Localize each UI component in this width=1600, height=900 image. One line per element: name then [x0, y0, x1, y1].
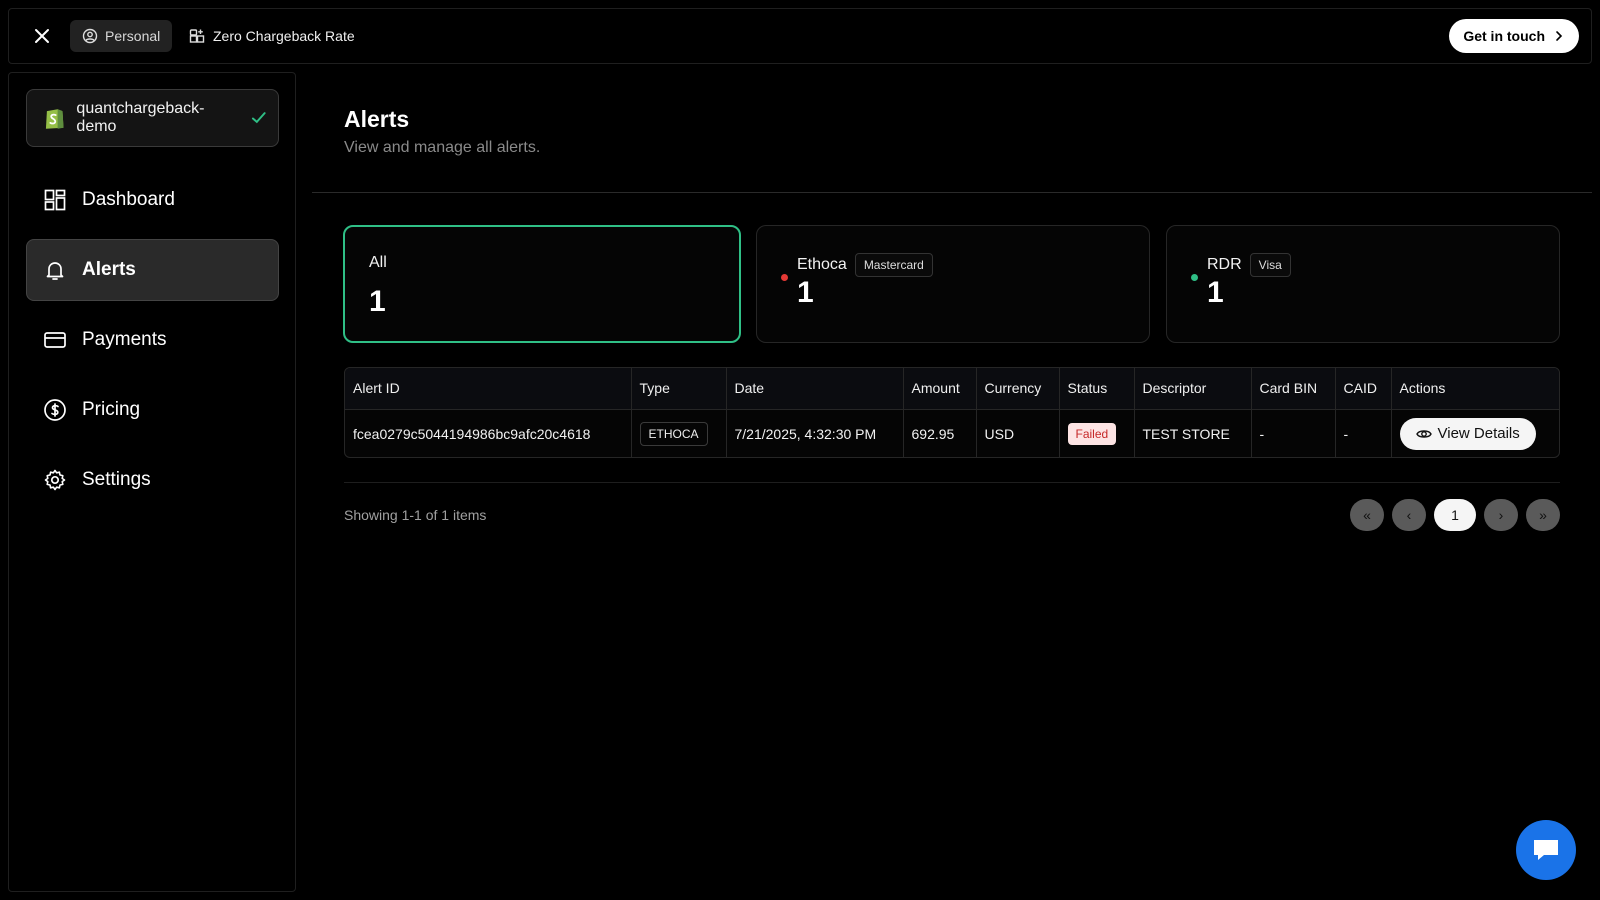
- pagination: « ‹ 1 › »: [1350, 499, 1560, 531]
- cell-descriptor: TEST STORE: [1134, 409, 1252, 457]
- zero-chargeback-rate-link[interactable]: Zero Chargeback Rate: [189, 20, 355, 52]
- top-bar: Personal Zero Chargeback Rate Get in tou…: [8, 8, 1592, 64]
- apps-add-icon: [189, 29, 205, 43]
- status-badge: Failed: [1067, 422, 1117, 445]
- shopify-icon: [45, 109, 64, 129]
- column-header-currency[interactable]: Currency: [976, 368, 1060, 410]
- column-header-card-bin[interactable]: Card BIN: [1251, 368, 1336, 410]
- sidebar-item-settings[interactable]: Settings: [26, 449, 279, 511]
- dollar-circle-icon: [44, 399, 66, 421]
- header-divider: [312, 192, 1592, 193]
- filter-card-all[interactable]: All 1: [343, 225, 741, 343]
- alerts-table: Alert ID Type Date Amount Currency Statu…: [344, 367, 1560, 458]
- close-button[interactable]: [29, 23, 55, 49]
- get-in-touch-button[interactable]: Get in touch: [1449, 19, 1579, 53]
- column-header-date[interactable]: Date: [726, 368, 904, 410]
- card-count: 1: [369, 285, 386, 318]
- card-count: 1: [797, 276, 814, 309]
- close-icon: [35, 29, 49, 43]
- store-name: quantchargeback-demo: [76, 100, 205, 135]
- card-label-row: RDR Visa: [1207, 253, 1291, 277]
- status-dot: [1191, 274, 1198, 281]
- sidebar-item-label: Payments: [82, 329, 167, 350]
- card-label: RDR: [1207, 256, 1242, 273]
- sidebar-item-label: Settings: [82, 469, 151, 490]
- view-details-button[interactable]: View Details: [1399, 417, 1536, 450]
- get-in-touch-label: Get in touch: [1463, 28, 1545, 44]
- cell-date: 7/21/2025, 4:32:30 PM: [726, 409, 904, 457]
- page-subtitle: View and manage all alerts.: [344, 139, 541, 156]
- cell-card-bin: -: [1251, 409, 1336, 457]
- chat-icon: [1534, 840, 1558, 860]
- column-header-type[interactable]: Type: [631, 368, 727, 410]
- bell-icon: [46, 262, 64, 280]
- pagination-summary: Showing 1-1 of 1 items: [344, 507, 487, 523]
- cell-actions: View Details: [1391, 409, 1559, 457]
- zcr-label: Zero Chargeback Rate: [213, 28, 355, 44]
- last-page-button[interactable]: »: [1526, 499, 1560, 531]
- sidebar-item-payments[interactable]: Payments: [26, 309, 279, 371]
- chat-button[interactable]: [1516, 820, 1576, 880]
- card-label: Ethoca: [797, 256, 847, 273]
- cell-currency: USD: [976, 409, 1060, 457]
- column-header-descriptor[interactable]: Descriptor: [1134, 368, 1252, 410]
- cell-type: ETHOCA: [631, 409, 727, 457]
- card-label-row: Ethoca Mastercard: [797, 253, 933, 277]
- check-icon: [252, 112, 267, 124]
- sidebar-item-pricing[interactable]: Pricing: [26, 379, 279, 441]
- sidebar-item-label: Alerts: [82, 259, 136, 280]
- personal-label: Personal: [105, 28, 161, 44]
- user-circle-icon: [82, 28, 98, 44]
- sidebar-nav: Dashboard Alerts Payments Pricing Settin…: [26, 169, 279, 519]
- column-header-alert-id[interactable]: Alert ID: [345, 368, 632, 410]
- column-header-status[interactable]: Status: [1059, 368, 1135, 410]
- previous-page-button[interactable]: ‹: [1392, 499, 1426, 531]
- next-page-button[interactable]: ›: [1484, 499, 1518, 531]
- type-badge: ETHOCA: [639, 421, 708, 446]
- pagination-divider: [344, 482, 1560, 483]
- filter-card-ethoca[interactable]: Ethoca Mastercard 1: [756, 225, 1150, 343]
- view-details-label: View Details: [1437, 425, 1520, 443]
- sidebar-item-label: Pricing: [82, 399, 141, 420]
- chevron-right-icon: [1556, 31, 1563, 41]
- first-page-button[interactable]: «: [1350, 499, 1384, 531]
- network-tag: Mastercard: [854, 253, 933, 277]
- store-selector[interactable]: quantchargeback-demo: [26, 89, 279, 147]
- cell-amount: 692.95: [903, 409, 977, 457]
- column-header-actions: Actions: [1391, 368, 1559, 410]
- gear-icon: [44, 469, 66, 491]
- card-label: All: [369, 254, 387, 271]
- card-count: 1: [1207, 276, 1224, 309]
- network-tag: Visa: [1249, 253, 1291, 277]
- page-1-button[interactable]: 1: [1434, 499, 1476, 531]
- sidebar-item-dashboard[interactable]: Dashboard: [26, 169, 279, 231]
- eye-icon: [1415, 430, 1432, 438]
- table-header-row: Alert ID Type Date Amount Currency Statu…: [345, 368, 1559, 410]
- column-header-amount[interactable]: Amount: [903, 368, 977, 410]
- sidebar-item-label: Dashboard: [82, 189, 175, 210]
- sidebar: quantchargeback-demo Dashboard Alerts Pa…: [8, 72, 296, 892]
- cell-caid: -: [1335, 409, 1392, 457]
- credit-card-icon: [44, 332, 66, 348]
- column-header-caid[interactable]: CAID: [1335, 368, 1392, 410]
- cell-status: Failed: [1059, 409, 1135, 457]
- filter-card-rdr[interactable]: RDR Visa 1: [1166, 225, 1560, 343]
- cell-alert-id: fcea0279c5044194986bc9afc20c4618: [345, 409, 632, 457]
- dashboard-icon: [44, 189, 66, 211]
- table-row[interactable]: fcea0279c5044194986bc9afc20c4618 ETHOCA …: [345, 409, 1559, 457]
- personal-workspace-button[interactable]: Personal: [70, 20, 173, 52]
- status-dot: [781, 274, 788, 281]
- page-title: Alerts: [344, 106, 410, 132]
- sidebar-item-alerts[interactable]: Alerts: [26, 239, 279, 301]
